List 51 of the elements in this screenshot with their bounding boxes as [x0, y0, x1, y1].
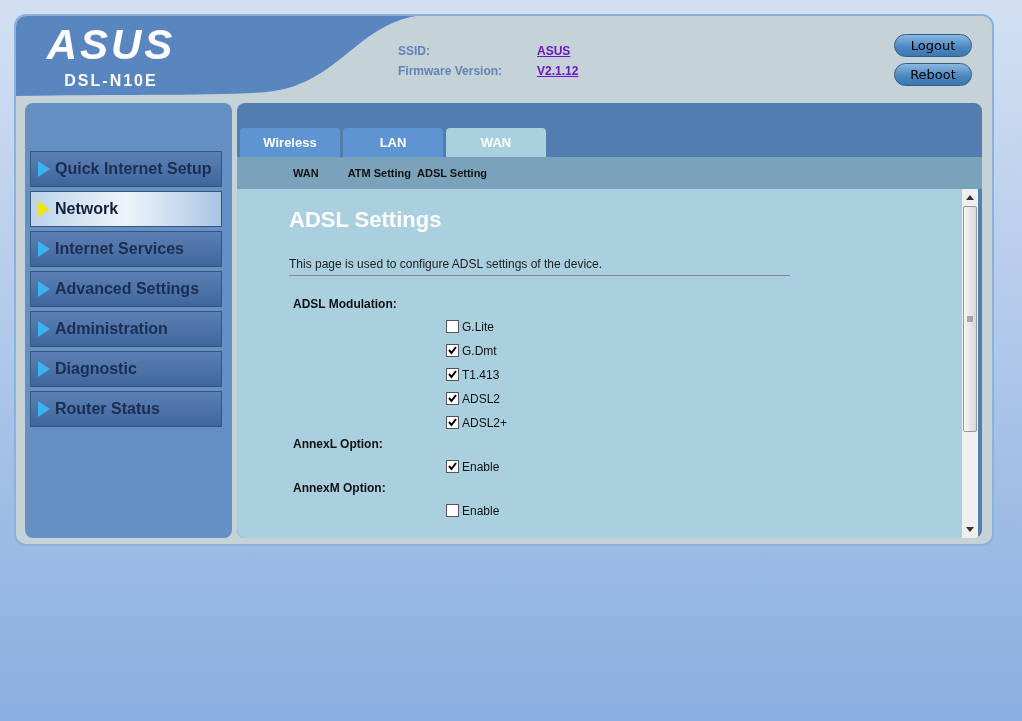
sidebar-item[interactable]: Router Status [30, 391, 222, 427]
checkbox-label: ADSL2 [462, 391, 501, 406]
triangle-icon [37, 320, 51, 338]
sidebar-item[interactable]: Quick Internet Setup [30, 151, 222, 187]
model-name: DSL-N10E [64, 72, 158, 90]
checkbox[interactable] [446, 392, 459, 405]
checkbox[interactable] [446, 368, 459, 381]
scrollbar[interactable] [962, 189, 978, 538]
info-label: SSID: [398, 44, 431, 58]
checkbox-label: G.Dmt [462, 343, 497, 358]
header-button[interactable]: Reboot [894, 63, 972, 86]
option-label: AnnexM Option: [293, 481, 387, 495]
tab[interactable]: LAN [343, 128, 443, 157]
triangle-icon [37, 160, 51, 178]
triangle-icon [37, 280, 51, 298]
option-label: AnnexL Option: [293, 437, 384, 451]
sidebar-item[interactable]: Advanced Settings [30, 271, 222, 307]
triangle-icon [37, 240, 51, 258]
scroll-down-icon[interactable] [966, 527, 974, 532]
checkbox-label: Enable [462, 503, 500, 518]
subnav-link[interactable]: WAN [293, 167, 319, 179]
checkbox-label: ADSL2+ [462, 415, 508, 430]
checkbox[interactable] [446, 320, 459, 333]
checkbox-label: T1.413 [462, 367, 500, 382]
sidebar-item[interactable]: Network [30, 191, 222, 227]
checkbox[interactable] [446, 344, 459, 357]
info-label: Firmware Version: [398, 64, 504, 78]
page-title: ADSL Settings [289, 207, 443, 233]
tab[interactable]: WAN [446, 128, 546, 157]
checkbox[interactable] [446, 504, 459, 517]
info-link[interactable]: V2.1.12 [537, 64, 579, 78]
scroll-up-icon[interactable] [966, 195, 974, 200]
checkbox[interactable] [446, 416, 459, 429]
scroll-thumb[interactable] [963, 206, 977, 432]
checkbox-label: G.Lite [462, 319, 494, 334]
sidebar-item[interactable]: Internet Services [30, 231, 222, 267]
option-label: ADSL Modulation: [293, 297, 398, 311]
subnav-link[interactable]: ATM Setting [347, 167, 411, 179]
info-link[interactable]: ASUS [537, 44, 579, 58]
header-button[interactable]: Logout [894, 34, 972, 57]
checkbox-label: Enable [462, 459, 500, 474]
sidebar-item[interactable]: Diagnostic [30, 351, 222, 387]
triangle-icon [37, 400, 51, 418]
brand-logo: ASUS [46, 24, 176, 66]
sidebar-item[interactable]: Administration [30, 311, 222, 347]
tab[interactable]: Wireless [240, 128, 340, 157]
subnav-link[interactable]: ADSL Setting [417, 167, 488, 179]
triangle-icon [37, 200, 51, 218]
checkbox[interactable] [446, 460, 459, 473]
triangle-icon [37, 360, 51, 378]
page-description: This page is used to configure ADSL settings of the device. [289, 257, 790, 276]
